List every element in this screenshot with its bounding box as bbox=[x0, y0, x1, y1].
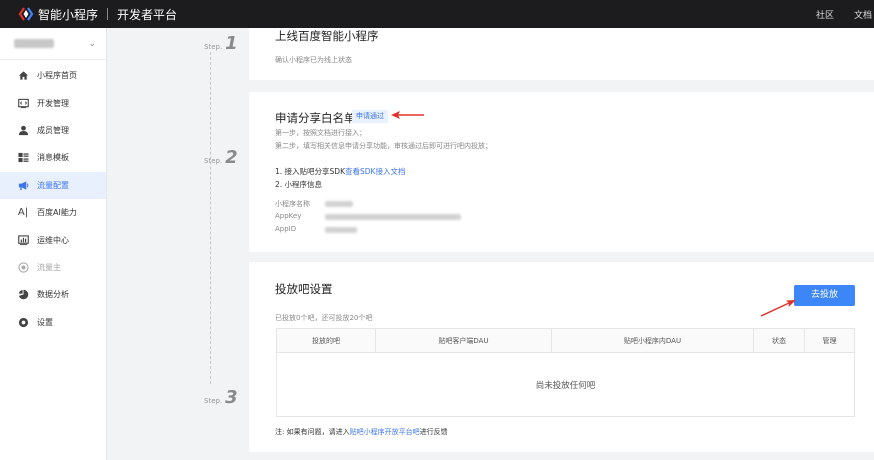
sidebar-item-label: 开发管理 bbox=[37, 98, 69, 108]
top-nav: 社区 文档 bbox=[816, 0, 874, 28]
placement-count-text: 已投放0个吧，还可投放20个吧 bbox=[275, 314, 373, 322]
monitor-icon bbox=[17, 234, 29, 246]
instruction-step-2: 第二步，填写相关信息申请分享功能，审核通过后即可进行吧内投放； bbox=[275, 142, 492, 150]
sdk-access-item: 1. 接入贴吧分享SDK查看SDK接入文档 bbox=[275, 167, 406, 176]
sidebar-item-settings[interactable]: 设置 bbox=[0, 309, 106, 336]
sidebar-item-templates[interactable]: 消息模板 bbox=[0, 144, 106, 171]
annotation-arrow-icon bbox=[760, 300, 796, 317]
nav-community-link[interactable]: 社区 bbox=[816, 8, 834, 21]
sidebar-item-ai[interactable]: A| 百度AI能力 bbox=[0, 199, 106, 226]
col-header: 贴吧小程序内DAU bbox=[552, 329, 754, 352]
card-share-whitelist: 申请分享白名单 申请通过 第一步，按照文档进行接入； 第二步，填写相关信息申请分… bbox=[249, 92, 874, 252]
table-header: 投放的吧 贴吧客户端DAU 贴吧小程序内DAU 状态 管理 bbox=[277, 329, 854, 353]
feedback-note: 注: 如果有问题，请进入贴吧小程序开放平台吧进行反馈 bbox=[275, 428, 448, 436]
coin-icon bbox=[17, 261, 29, 273]
template-icon bbox=[17, 152, 29, 164]
brand-name: 智能小程序 bbox=[38, 7, 99, 22]
app-selector[interactable]: ⌄ bbox=[0, 28, 106, 60]
miniprogram-info-item: 2. 小程序信息 bbox=[275, 180, 323, 189]
step-1-indicator: Step. 1 bbox=[204, 33, 238, 54]
instruction-step-1: 第一步，按照文档进行接入； bbox=[275, 129, 366, 137]
megaphone-icon bbox=[17, 179, 29, 191]
gear-icon bbox=[17, 316, 29, 328]
sidebar-item-dev[interactable]: 开发管理 bbox=[0, 89, 106, 116]
pie-chart-icon bbox=[17, 289, 29, 301]
placement-table: 投放的吧 贴吧客户端DAU 贴吧小程序内DAU 状态 管理 尚未投放任何吧 bbox=[276, 328, 855, 417]
platform-name: 开发者平台 bbox=[117, 7, 178, 22]
ai-icon: A| bbox=[17, 207, 29, 219]
appid-value-redacted bbox=[325, 227, 357, 233]
appkey-value-redacted bbox=[325, 214, 461, 220]
card-subtitle: 确认小程序已为线上状态 bbox=[275, 56, 352, 64]
sidebar-item-traffic-owner[interactable]: 流量主 bbox=[0, 254, 106, 281]
app-name-redacted bbox=[14, 39, 54, 48]
annotation-arrow-icon bbox=[391, 111, 424, 119]
card-title: 投放吧设置 bbox=[275, 282, 333, 296]
sidebar-item-label: 设置 bbox=[37, 317, 53, 327]
sidebar-item-label: 运维中心 bbox=[37, 235, 69, 245]
sidebar-item-traffic[interactable]: 流量配置 bbox=[0, 171, 106, 199]
sidebar-menu: 小程序首页 开发管理 成员管理 消息模板 流量配置 A| 百度AI能力 运维中心 bbox=[0, 62, 106, 336]
title-divider bbox=[107, 8, 109, 20]
name-value-redacted bbox=[325, 201, 353, 207]
table-empty-state: 尚未投放任何吧 bbox=[535, 380, 596, 391]
sidebar-item-label: 消息模板 bbox=[37, 153, 69, 163]
logo-icon bbox=[18, 7, 34, 21]
step-connector-line bbox=[210, 52, 211, 384]
sidebar-item-analytics[interactable]: 数据分析 bbox=[0, 281, 106, 308]
chevron-down-icon: ⌄ bbox=[88, 38, 96, 49]
kv-appkey-label: AppKey bbox=[275, 212, 302, 220]
sidebar-item-label: 流量配置 bbox=[37, 180, 69, 190]
top-bar: 智能小程序 开发者平台 社区 文档 bbox=[0, 0, 874, 28]
card-online-miniprogram: 上线百度智能小程序 确认小程序已为线上状态 bbox=[249, 28, 874, 80]
sidebar-item-members[interactable]: 成员管理 bbox=[0, 117, 106, 144]
sidebar-item-label: 成员管理 bbox=[37, 125, 69, 135]
kv-name-label: 小程序名称 bbox=[275, 200, 310, 208]
col-header: 投放的吧 bbox=[277, 329, 376, 352]
kv-appid-label: AppID bbox=[275, 225, 297, 233]
sidebar-item-label: 流量主 bbox=[37, 262, 61, 272]
sidebar-item-label: 百度AI能力 bbox=[37, 208, 77, 218]
sidebar-item-label: 小程序首页 bbox=[37, 71, 77, 81]
col-header: 贴吧客户端DAU bbox=[376, 329, 552, 352]
sidebar-item-home[interactable]: 小程序首页 bbox=[0, 62, 106, 89]
card-title: 上线百度智能小程序 bbox=[275, 29, 379, 43]
go-placement-button[interactable]: 去投放 bbox=[794, 285, 855, 306]
status-badge: 申请通过 bbox=[352, 110, 388, 123]
sidebar: ⌄ 小程序首页 开发管理 成员管理 消息模板 流量配置 A| 百度AI能力 运维… bbox=[0, 28, 107, 460]
nav-docs-link[interactable]: 文档 bbox=[854, 8, 872, 21]
sidebar-item-label: 数据分析 bbox=[37, 290, 69, 300]
col-header: 管理 bbox=[822, 336, 837, 345]
sidebar-item-ops[interactable]: 运维中心 bbox=[0, 226, 106, 253]
code-icon bbox=[17, 97, 29, 109]
card-tieba-placement: 投放吧设置 去投放 已投放0个吧，还可投放20个吧 投放的吧 贴吧客户端DAU … bbox=[249, 262, 874, 452]
step-2-indicator: Step. 2 bbox=[204, 147, 238, 168]
step-3-indicator: Step. 3 bbox=[204, 387, 238, 408]
home-icon bbox=[17, 70, 29, 82]
col-header: 状态 bbox=[754, 329, 805, 352]
user-icon bbox=[17, 124, 29, 136]
sdk-doc-link[interactable]: 查看SDK接入文档 bbox=[345, 167, 405, 176]
card-title: 申请分享白名单 bbox=[275, 111, 356, 125]
tieba-forum-link[interactable]: 贴吧小程序开放平台吧 bbox=[350, 428, 420, 436]
logo[interactable]: 智能小程序 bbox=[18, 6, 98, 23]
